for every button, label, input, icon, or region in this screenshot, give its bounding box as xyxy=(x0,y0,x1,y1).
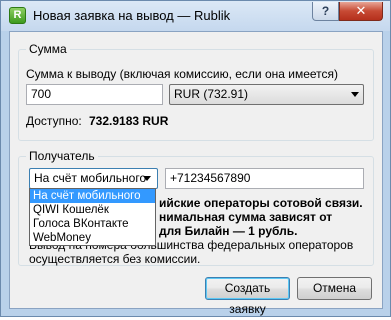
create-request-button[interactable]: Создать заявку xyxy=(205,277,290,316)
help-button[interactable]: ? xyxy=(312,2,339,21)
chevron-down-icon xyxy=(351,92,359,97)
cancel-button[interactable]: Отмена xyxy=(297,277,372,300)
payout-method-value: На счёт мобильного xyxy=(34,171,147,185)
currency-select-value: RUR (732.91) xyxy=(174,87,249,101)
close-button[interactable]: ✕ xyxy=(339,2,383,21)
app-logo-icon: R xyxy=(9,7,26,24)
amount-input[interactable]: 700 xyxy=(26,84,163,105)
dropdown-option-qiwi[interactable]: QIWI Кошелёк xyxy=(30,203,155,217)
info-text-line-2: нимальная сумма зависят от xyxy=(159,210,333,224)
available-amount: 732.9183 RUR xyxy=(89,114,169,128)
dialog-window: R Новая заявка на вывод — Rublik ? ✕ Сум… xyxy=(0,0,391,317)
available-label: Доступно: xyxy=(26,114,82,128)
payout-method-dropdown: На счёт мобильного QIWI Кошелёк Голоса В… xyxy=(29,188,156,246)
dropdown-option-webmoney[interactable]: WebMoney xyxy=(30,231,155,245)
dropdown-option-vk-votes[interactable]: Голоса ВКонтакте xyxy=(30,217,155,231)
payout-method-select[interactable]: На счёт мобильного xyxy=(29,168,158,189)
dropdown-option-mobile[interactable]: На счёт мобильного xyxy=(30,189,155,203)
recipient-group-title: Получатель xyxy=(26,149,98,163)
amount-group-title: Сумма xyxy=(26,42,70,56)
window-title: Новая заявка на вывод — Rublik xyxy=(33,8,231,23)
currency-select[interactable]: RUR (732.91) xyxy=(169,84,364,105)
title-bar[interactable]: R Новая заявка на вывод — Rublik ? ✕ xyxy=(1,1,390,31)
dialog-body: Сумма Сумма к выводу (включая комиссию, … xyxy=(9,31,383,316)
info-text-line-5: осуществляется без комиссии. xyxy=(29,252,201,266)
amount-label: Сумма к выводу (включая комиссию, если о… xyxy=(26,67,339,81)
info-text-line-1: ийские операторы сотовой связи. xyxy=(159,196,363,210)
info-text-line-3: для Билайн — 1 рубль. xyxy=(159,224,298,238)
phone-input[interactable]: +71234567890 xyxy=(165,168,364,189)
chevron-down-icon xyxy=(143,176,151,181)
